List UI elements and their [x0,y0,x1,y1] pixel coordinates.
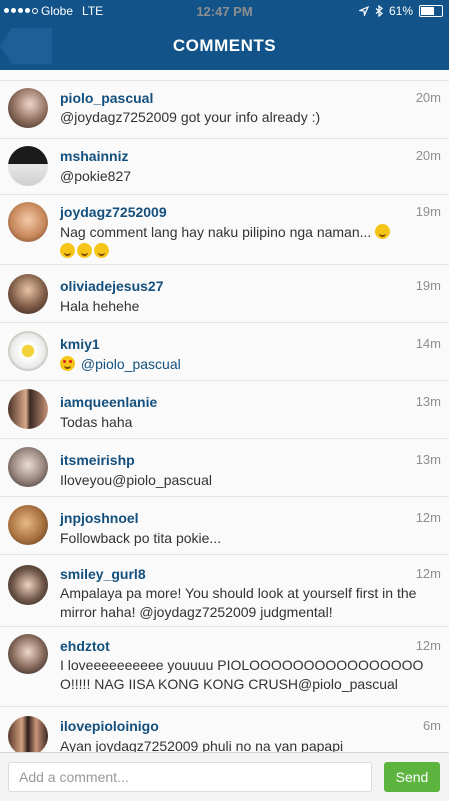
smile-emoji-icon [375,224,391,239]
battery-icon [419,5,443,17]
comment-username[interactable]: piolo_pascual [60,90,153,106]
comment-username[interactable]: joydagz7252009 [60,204,167,220]
comment-time: 13m [415,394,441,409]
comment-time: 19m [415,204,441,219]
comment-time: 12m [415,638,441,653]
comment-text-content: Nag comment lang hay naku pilipino nga n… [60,224,372,240]
nav-bar: COMMENTS [0,22,449,70]
comment-time: 13m [415,452,441,467]
comment-text: Hala hehehe [60,298,140,314]
comment-time: 14m [415,336,441,351]
comment-item[interactable]: ilovepioloinigo Ayan joydagz7252009 phul… [0,706,449,752]
avatar[interactable] [8,88,48,128]
comment-text: Followback po tita pokie... [60,530,222,546]
comment-text: Iloveyou@piolo_pascual [60,472,212,488]
smile-emoji-icon [77,243,92,258]
comment-username[interactable]: ehdztot [60,638,110,654]
comment-text-content[interactable]: @piolo_pascual [81,356,181,372]
comment-item[interactable]: itsmeirishp Iloveyou@piolo_pascual 13m [0,438,449,497]
comment-item[interactable]: mshainniz @pokie827 20m [0,138,449,195]
comments-list[interactable]: piolo_pascual @joydagz7252009 got your i… [0,70,449,752]
comment-composer: Send [0,752,449,801]
comment-username[interactable]: mshainniz [60,148,128,164]
smile-emoji-icon [60,243,75,258]
comment-item[interactable]: smiley_gurl8 Ampalaya pa more! You shoul… [0,554,449,627]
comment-time: 20m [415,148,441,163]
comment-time: 12m [415,566,441,581]
heart-eyes-emoji-icon [60,356,75,371]
comment-username[interactable]: oliviadejesus27 [60,278,164,294]
comment-item[interactable]: iamqueenlanie Todas haha 13m [0,380,449,439]
comment-username[interactable]: ilovepioloinigo [60,718,159,734]
comment-username[interactable]: iamqueenlanie [60,394,157,410]
status-bar: Globe LTE 12:47 PM 61% [0,0,449,22]
comment-text: Ayan joydagz7252009 phuli no na yan papa… [60,738,344,752]
comment-text: @pokie827 [60,168,132,184]
battery-percent: 61% [388,4,413,18]
smile-emoji-icon [94,243,109,258]
comment-text: @piolo_pascual [60,355,440,374]
comment-item[interactable]: ehdztot I loveeeeeeeeee youuuu PIOLOOOOO… [0,626,449,707]
comment-time: 6m [422,718,441,733]
page-title: COMMENTS [172,36,277,55]
comment-text: Nag comment lang hay naku pilipino nga n… [60,223,440,261]
comment-time: 19m [415,278,441,293]
comment-input[interactable] [8,762,372,792]
avatar[interactable] [8,146,48,186]
status-right: 61% [358,4,443,18]
avatar[interactable] [8,331,48,371]
comment-item[interactable]: oliviadejesus27 Hala hehehe 19m [0,264,449,323]
comment-item[interactable]: joydagz7252009 Nag comment lang hay naku… [0,194,449,265]
avatar[interactable] [8,505,48,545]
avatar[interactable] [8,447,48,487]
bluetooth-icon [375,5,383,17]
comment-text: @joydagz7252009 got your info already :) [60,109,321,125]
avatar[interactable] [8,634,48,674]
comment-text: Ampalaya pa more! You should look at you… [60,585,417,620]
avatar[interactable] [8,716,48,752]
avatar[interactable] [8,565,48,605]
comment-time: 12m [415,510,441,525]
comment-item[interactable]: kmiy1 @piolo_pascual 14m [0,322,449,381]
comment-text: I loveeeeeeeeee youuuu PIOLOOOOOOOOOOOOO… [60,657,424,692]
comment-username[interactable]: smiley_gurl8 [60,566,146,582]
send-button[interactable]: Send [384,762,440,792]
comment-item[interactable]: jnpjoshnoel Followback po tita pokie... … [0,496,449,555]
avatar[interactable] [8,389,48,429]
comment-text: Todas haha [60,414,133,430]
avatar[interactable] [8,274,48,314]
comment-item[interactable]: piolo_pascual @joydagz7252009 got your i… [0,80,449,139]
comment-username[interactable]: jnpjoshnoel [60,510,139,526]
comment-time: 20m [415,90,441,105]
avatar[interactable] [8,202,48,242]
comment-username[interactable]: kmiy1 [60,336,100,352]
comment-username[interactable]: itsmeirishp [60,452,135,468]
location-arrow-icon [358,6,369,16]
